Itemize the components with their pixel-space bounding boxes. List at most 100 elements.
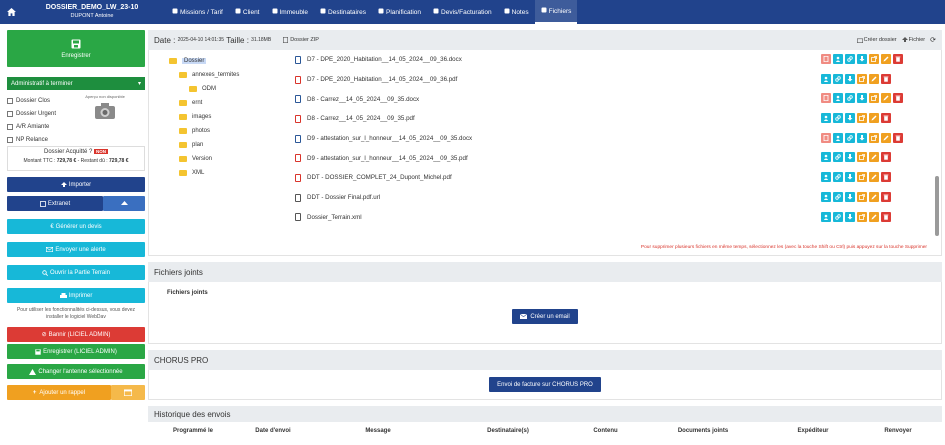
change-antenna-button[interactable]: Changer l'antenne sélectionnée bbox=[7, 364, 145, 379]
tree-node[interactable]: images bbox=[169, 110, 289, 124]
delete-button[interactable] bbox=[893, 93, 903, 104]
convert-pdf-button[interactable] bbox=[821, 54, 831, 64]
checkbox-item[interactable]: NP Relance bbox=[7, 133, 145, 146]
delete-button[interactable] bbox=[881, 152, 891, 163]
file-row[interactable]: D7 - DPE_2020_Habitation__14_05_2024__09… bbox=[295, 50, 935, 70]
rename-button[interactable] bbox=[881, 54, 891, 64]
open-external-button[interactable] bbox=[857, 73, 867, 84]
open-external-button[interactable] bbox=[857, 113, 867, 124]
file-row[interactable]: D8 - Carrez__14_05_2024__09_35.pdf bbox=[295, 109, 935, 129]
delete-button[interactable] bbox=[893, 54, 903, 64]
share-user-button[interactable] bbox=[833, 54, 843, 64]
file-name[interactable]: DDT - DOSSIER_COMPLET_24_Dupont_Michel.p… bbox=[307, 174, 452, 181]
tree-node[interactable]: ODM bbox=[169, 82, 289, 96]
rename-button[interactable] bbox=[869, 113, 879, 124]
open-external-button[interactable] bbox=[857, 152, 867, 163]
download-button[interactable] bbox=[845, 211, 855, 222]
file-name[interactable]: D9 - attestation_sur_l_honneur__14_05_20… bbox=[307, 155, 468, 162]
link-button[interactable] bbox=[833, 191, 843, 202]
status-select[interactable]: Administratif à terminer ▾ bbox=[7, 77, 145, 90]
import-button[interactable]: Importer bbox=[7, 177, 145, 192]
delete-button[interactable] bbox=[881, 211, 891, 222]
link-button[interactable] bbox=[833, 152, 843, 163]
file-row[interactable]: D9 - attestation_sur_l_honneur__14_05_20… bbox=[295, 148, 935, 168]
checkbox[interactable] bbox=[7, 136, 13, 143]
print-button[interactable]: Imprimer bbox=[7, 288, 145, 303]
rename-button[interactable] bbox=[869, 211, 879, 222]
link-button[interactable] bbox=[833, 73, 843, 84]
checkbox[interactable] bbox=[7, 110, 13, 117]
open-external-button[interactable] bbox=[857, 211, 867, 222]
share-user-button[interactable] bbox=[821, 73, 831, 84]
home-icon[interactable] bbox=[0, 0, 22, 24]
nav-tab[interactable]: Planification bbox=[372, 0, 427, 24]
history-column-header[interactable]: Date d'envoi bbox=[238, 428, 308, 434]
file-row[interactable]: D9 - attestation_sur_l_honneur__14_05_20… bbox=[295, 129, 935, 149]
nav-tab[interactable]: Notes bbox=[498, 0, 535, 24]
convert-pdf-button[interactable] bbox=[821, 93, 831, 104]
generate-quote-button[interactable]: € Générer un devis bbox=[7, 219, 145, 234]
delete-button[interactable] bbox=[893, 132, 903, 143]
link-button[interactable] bbox=[845, 54, 855, 64]
file-name[interactable]: D9 - attestation_sur_l_honneur__14_05_20… bbox=[307, 135, 472, 142]
nav-tab[interactable]: Destinataires bbox=[314, 0, 372, 24]
save-button[interactable]: Enregistrer bbox=[7, 30, 145, 67]
nav-tab[interactable]: Fichiers bbox=[534, 0, 578, 24]
extranet-button[interactable]: Extranet bbox=[7, 196, 103, 211]
open-external-button[interactable] bbox=[857, 172, 867, 183]
tree-node[interactable]: annexes_termites bbox=[169, 68, 289, 82]
tree-node[interactable]: XML bbox=[169, 166, 289, 180]
chorus-send-button[interactable]: Envoi de facture sur CHORUS PRO bbox=[489, 377, 601, 392]
file-row[interactable]: DDT - Dossier Final.pdf.url bbox=[295, 188, 935, 208]
link-button[interactable] bbox=[845, 132, 855, 143]
delete-button[interactable] bbox=[881, 113, 891, 124]
file-name[interactable]: D8 - Carrez__14_05_2024__09_35.pdf bbox=[307, 115, 415, 122]
download-button[interactable] bbox=[845, 172, 855, 183]
upload-file-button[interactable]: Fichier bbox=[901, 37, 925, 43]
file-name[interactable]: DDT - Dossier Final.pdf.url bbox=[307, 194, 380, 201]
nav-tab[interactable]: Client bbox=[229, 0, 266, 24]
file-name[interactable]: Dossier_Terrain.xml bbox=[307, 214, 362, 221]
create-folder-button[interactable]: Créer dossier bbox=[856, 37, 897, 43]
rename-button[interactable] bbox=[869, 191, 879, 202]
download-button[interactable] bbox=[857, 54, 867, 64]
rename-button[interactable] bbox=[881, 93, 891, 104]
files-scrollbar[interactable] bbox=[935, 54, 939, 250]
ban-button[interactable]: ⊘ Bannir (LICIEL ADMIN) bbox=[7, 327, 145, 342]
open-external-button[interactable] bbox=[869, 132, 879, 143]
rename-button[interactable] bbox=[881, 132, 891, 143]
add-reminder-button[interactable]: + Ajouter un rappel bbox=[7, 385, 111, 400]
download-button[interactable] bbox=[857, 93, 867, 104]
delete-button[interactable] bbox=[881, 191, 891, 202]
tree-node[interactable]: Version bbox=[169, 152, 289, 166]
history-column-header[interactable]: Contenu bbox=[568, 428, 643, 434]
history-column-header[interactable]: Renvoyer bbox=[863, 428, 933, 434]
reminder-calendar-button[interactable] bbox=[111, 385, 145, 400]
checkbox[interactable] bbox=[7, 123, 13, 130]
rename-button[interactable] bbox=[869, 172, 879, 183]
history-column-header[interactable]: Destinataire(s) bbox=[448, 428, 568, 434]
open-external-button[interactable] bbox=[857, 191, 867, 202]
rename-button[interactable] bbox=[869, 152, 879, 163]
share-user-button[interactable] bbox=[821, 172, 831, 183]
link-button[interactable] bbox=[833, 211, 843, 222]
file-row[interactable]: D7 - DPE_2020_Habitation__14_05_2024__09… bbox=[295, 70, 935, 90]
share-user-button[interactable] bbox=[833, 132, 843, 143]
history-column-header[interactable]: Expéditeur bbox=[763, 428, 863, 434]
share-user-button[interactable] bbox=[833, 93, 843, 104]
share-user-button[interactable] bbox=[821, 191, 831, 202]
rename-button[interactable] bbox=[869, 73, 879, 84]
delete-button[interactable] bbox=[881, 172, 891, 183]
file-row[interactable]: DDT - DOSSIER_COMPLET_24_Dupont_Michel.p… bbox=[295, 168, 935, 188]
share-user-button[interactable] bbox=[821, 211, 831, 222]
download-button[interactable] bbox=[845, 191, 855, 202]
file-name[interactable]: D7 - DPE_2020_Habitation__14_05_2024__09… bbox=[307, 76, 457, 83]
tree-node[interactable]: photos bbox=[169, 124, 289, 138]
tree-node[interactable]: ernt bbox=[169, 96, 289, 110]
save-admin-button[interactable]: Enregistrer (LICIEL ADMIN) bbox=[7, 344, 145, 359]
send-alert-button[interactable]: Envoyer une alerte bbox=[7, 242, 145, 257]
share-user-button[interactable] bbox=[821, 152, 831, 163]
file-name[interactable]: D7 - DPE_2020_Habitation__14_05_2024__09… bbox=[307, 56, 462, 63]
convert-pdf-button[interactable] bbox=[821, 132, 831, 143]
tree-node[interactable]: Dossier bbox=[169, 54, 289, 68]
